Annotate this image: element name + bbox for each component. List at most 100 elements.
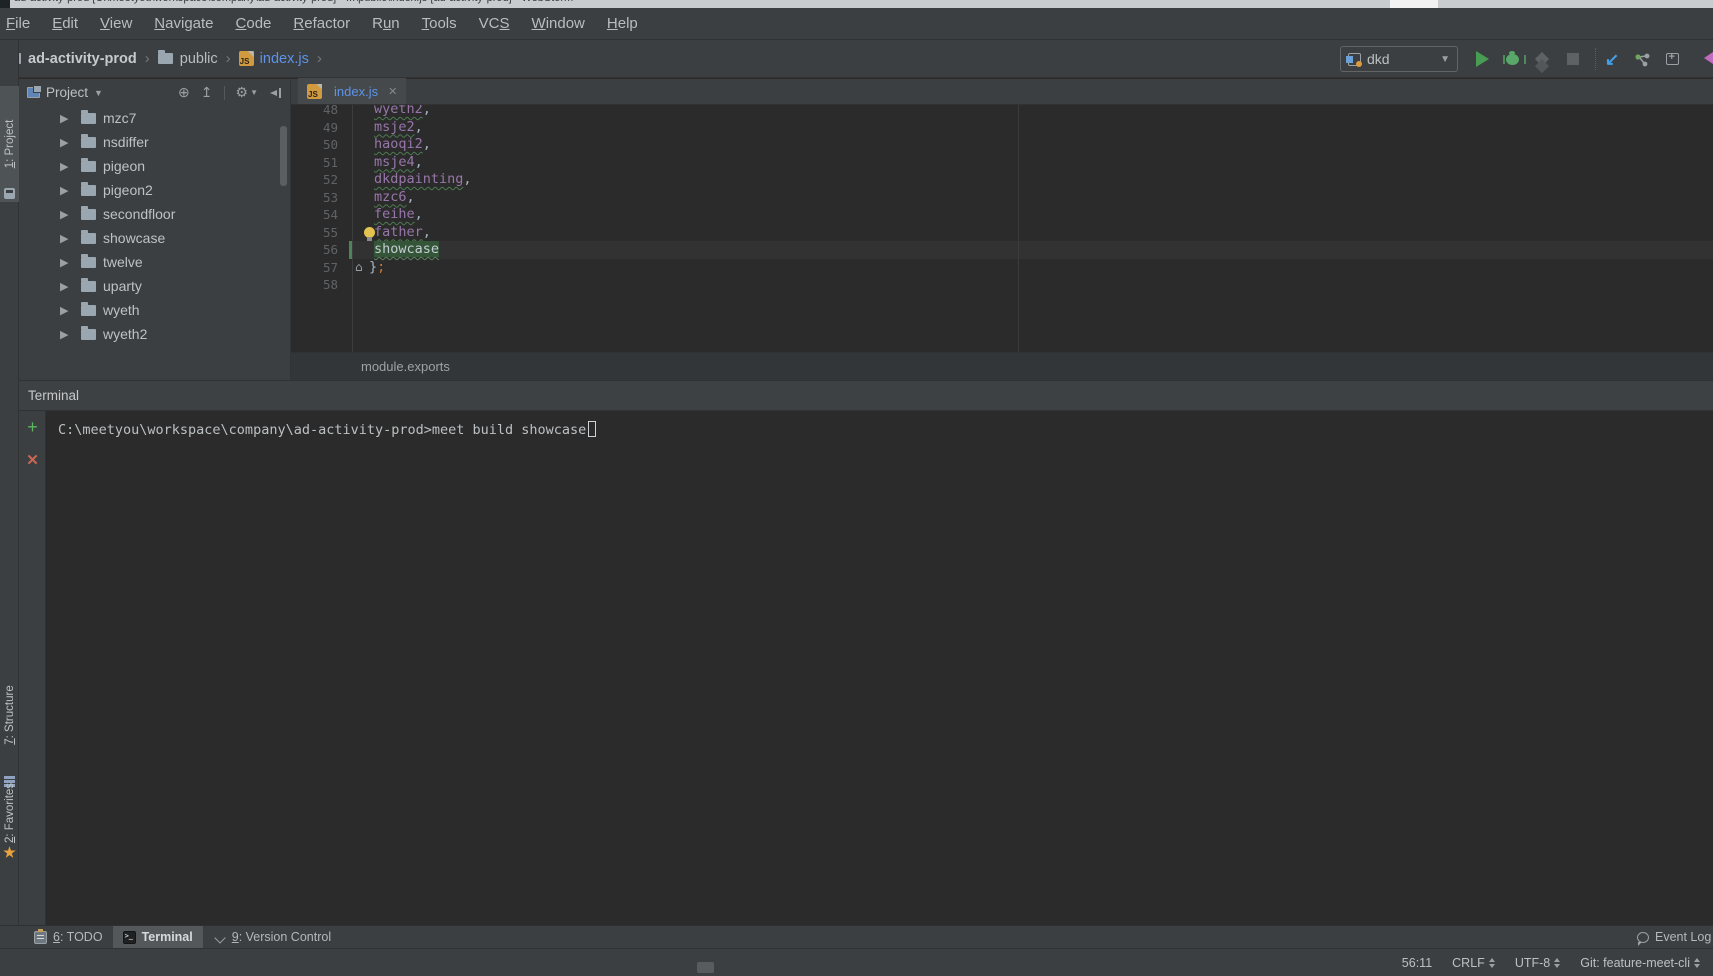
project-tree: ▶ mzc7 ▶ nsdiffer ▶ pigeon ▶ pigeon2 [19, 106, 290, 346]
breadcrumb-folder[interactable]: public [180, 51, 218, 67]
line-number[interactable]: 55 [291, 224, 338, 242]
compare-button[interactable] [1662, 49, 1682, 69]
identifier: showcase [374, 241, 439, 257]
run-button[interactable] [1472, 49, 1492, 69]
code-line[interactable]: 48 wyeth2, [291, 105, 1713, 119]
code-line[interactable]: 58 [291, 276, 1713, 294]
code-line[interactable]: 49 msje2, [291, 119, 1713, 137]
new-session-icon[interactable]: + [19, 417, 46, 438]
expand-arrow-icon[interactable]: ▶ [60, 112, 73, 125]
expand-arrow-icon[interactable]: ▶ [60, 280, 73, 293]
editor-tab-indexjs[interactable]: index.js ✕ [298, 78, 406, 104]
expand-arrow-icon[interactable]: ▶ [60, 160, 73, 173]
expand-arrow-icon[interactable]: ▶ [60, 136, 73, 149]
coverage-button[interactable] [1532, 49, 1552, 69]
project-tree-item[interactable]: ▶ showcase [19, 226, 290, 250]
expand-arrow-icon[interactable]: ▶ [60, 256, 73, 269]
stripe-tab-favorites[interactable]: 2: Favorites [0, 780, 19, 846]
expand-arrow-icon[interactable]: ▶ [60, 304, 73, 317]
close-icon[interactable]: ✕ [388, 85, 397, 98]
project-tree-item[interactable]: ▶ wyeth [19, 298, 290, 322]
chevron-down-icon[interactable]: ▼ [94, 88, 103, 98]
breadcrumb-project[interactable]: ad-activity-prod [28, 51, 137, 67]
menu-item[interactable]: Tools [411, 15, 468, 32]
star-icon[interactable] [3, 846, 16, 859]
project-tree-item[interactable]: ▶ mzc7 [19, 106, 290, 130]
encoding-select[interactable]: UTF-8 [1515, 956, 1560, 970]
code-line[interactable]: 52 dkdpainting, [291, 171, 1713, 189]
line-number[interactable]: 56 [291, 241, 338, 259]
expand-arrow-icon[interactable]: ▶ [60, 208, 73, 221]
close-session-icon[interactable]: ✕ [19, 451, 46, 469]
breadcrumb-file[interactable]: index.js [260, 51, 309, 67]
line-number[interactable]: 50 [291, 136, 338, 154]
folder-name: uparty [103, 278, 142, 294]
project-tree-item[interactable]: ▶ secondfloor [19, 202, 290, 226]
expand-arrow-icon[interactable]: ▶ [60, 184, 73, 197]
project-tree-item[interactable]: ▶ nsdiffer [19, 130, 290, 154]
event-log-button[interactable]: Event Log [1637, 926, 1713, 948]
menu-item[interactable]: Refactor [282, 15, 361, 32]
hide-panel-icon[interactable] [269, 87, 282, 99]
vcs-operations-button[interactable] [1632, 49, 1652, 69]
project-tree-item[interactable]: ▶ pigeon [19, 154, 290, 178]
code-line[interactable]: 53 mzc6, [291, 189, 1713, 207]
project-panel-title[interactable]: Project [46, 85, 88, 100]
line-number[interactable]: 52 [291, 171, 338, 189]
stop-button[interactable] [1563, 49, 1583, 69]
menu-item[interactable]: VCS [468, 15, 521, 32]
menu-item[interactable]: View [89, 15, 143, 32]
fold-marker-icon[interactable] [355, 259, 369, 277]
menu-item[interactable]: Help [596, 15, 649, 32]
line-number[interactable]: 51 [291, 154, 338, 172]
stripe-tab-project[interactable]: 1: Project [0, 86, 19, 202]
terminal-header[interactable]: Terminal [19, 381, 1713, 411]
line-number[interactable]: 53 [291, 189, 338, 207]
line-number[interactable]: 54 [291, 206, 338, 224]
stripe-tab-structure[interactable]: 7: Structure [0, 640, 19, 790]
project-tree-item[interactable]: ▶ uparty [19, 274, 290, 298]
collapse-all-icon[interactable]: ↥ [201, 84, 213, 101]
line-ending-select[interactable]: CRLF [1452, 956, 1495, 970]
identifier: msje4 [374, 154, 415, 170]
git-branch-select[interactable]: Git: feature-meet-cli [1580, 956, 1700, 970]
menu-item[interactable]: Run [361, 15, 411, 32]
line-number[interactable]: 58 [291, 276, 338, 294]
line-number[interactable]: 57 [291, 259, 338, 277]
menu-item[interactable]: Navigate [143, 15, 224, 32]
code-line[interactable]: 55 father, [291, 224, 1713, 242]
toolwindow-version-control[interactable]: 9: Version Control [203, 926, 341, 948]
code-line[interactable]: 54 feihe, [291, 206, 1713, 224]
update-project-button[interactable]: ↙ [1602, 49, 1622, 69]
terminal-output[interactable]: C:\meetyou\workspace\company\ad-activity… [47, 411, 1713, 925]
line-number[interactable]: 48 [291, 105, 338, 119]
caret-position[interactable]: 56:11 [1402, 956, 1432, 970]
toolwindow-todo[interactable]: 6: TODO [24, 926, 113, 948]
expand-arrow-icon[interactable]: ▶ [60, 328, 73, 341]
menu-item[interactable]: Edit [41, 15, 89, 32]
code-viewport[interactable]: 48 wyeth2, 49 msje2, 50 haoqi2, [291, 105, 1713, 352]
expand-arrow-icon[interactable]: ▶ [60, 232, 73, 245]
scroll-grip[interactable] [697, 962, 714, 973]
debug-button[interactable] [1502, 49, 1522, 69]
revert-icon[interactable] [1704, 50, 1713, 66]
menu-item[interactable]: Window [521, 15, 596, 32]
code-line[interactable]: 57 }; [291, 259, 1713, 277]
code-line[interactable]: 56 showcase [291, 241, 1713, 259]
project-tree-item[interactable]: ▶ pigeon2 [19, 178, 290, 202]
identifier: wyeth2 [374, 105, 423, 117]
menu-item[interactable]: File [0, 15, 41, 32]
tree-scrollbar[interactable] [280, 126, 287, 186]
scope-breadcrumb[interactable]: module.exports [361, 359, 450, 374]
settings-gear-icon[interactable]: ⚙▼ [236, 84, 258, 101]
run-configuration-select[interactable]: dkd ▼ [1340, 46, 1458, 72]
project-tree-item[interactable]: ▶ wyeth2 [19, 322, 290, 346]
intention-bulb-icon[interactable] [364, 227, 375, 238]
toolwindow-terminal[interactable]: Terminal [113, 926, 203, 948]
locate-file-icon[interactable]: ⊕ [178, 84, 190, 101]
code-line[interactable]: 51 msje4, [291, 154, 1713, 172]
project-tree-item[interactable]: ▶ twelve [19, 250, 290, 274]
menu-item[interactable]: Code [225, 15, 283, 32]
code-line[interactable]: 50 haoqi2, [291, 136, 1713, 154]
line-number[interactable]: 49 [291, 119, 338, 137]
